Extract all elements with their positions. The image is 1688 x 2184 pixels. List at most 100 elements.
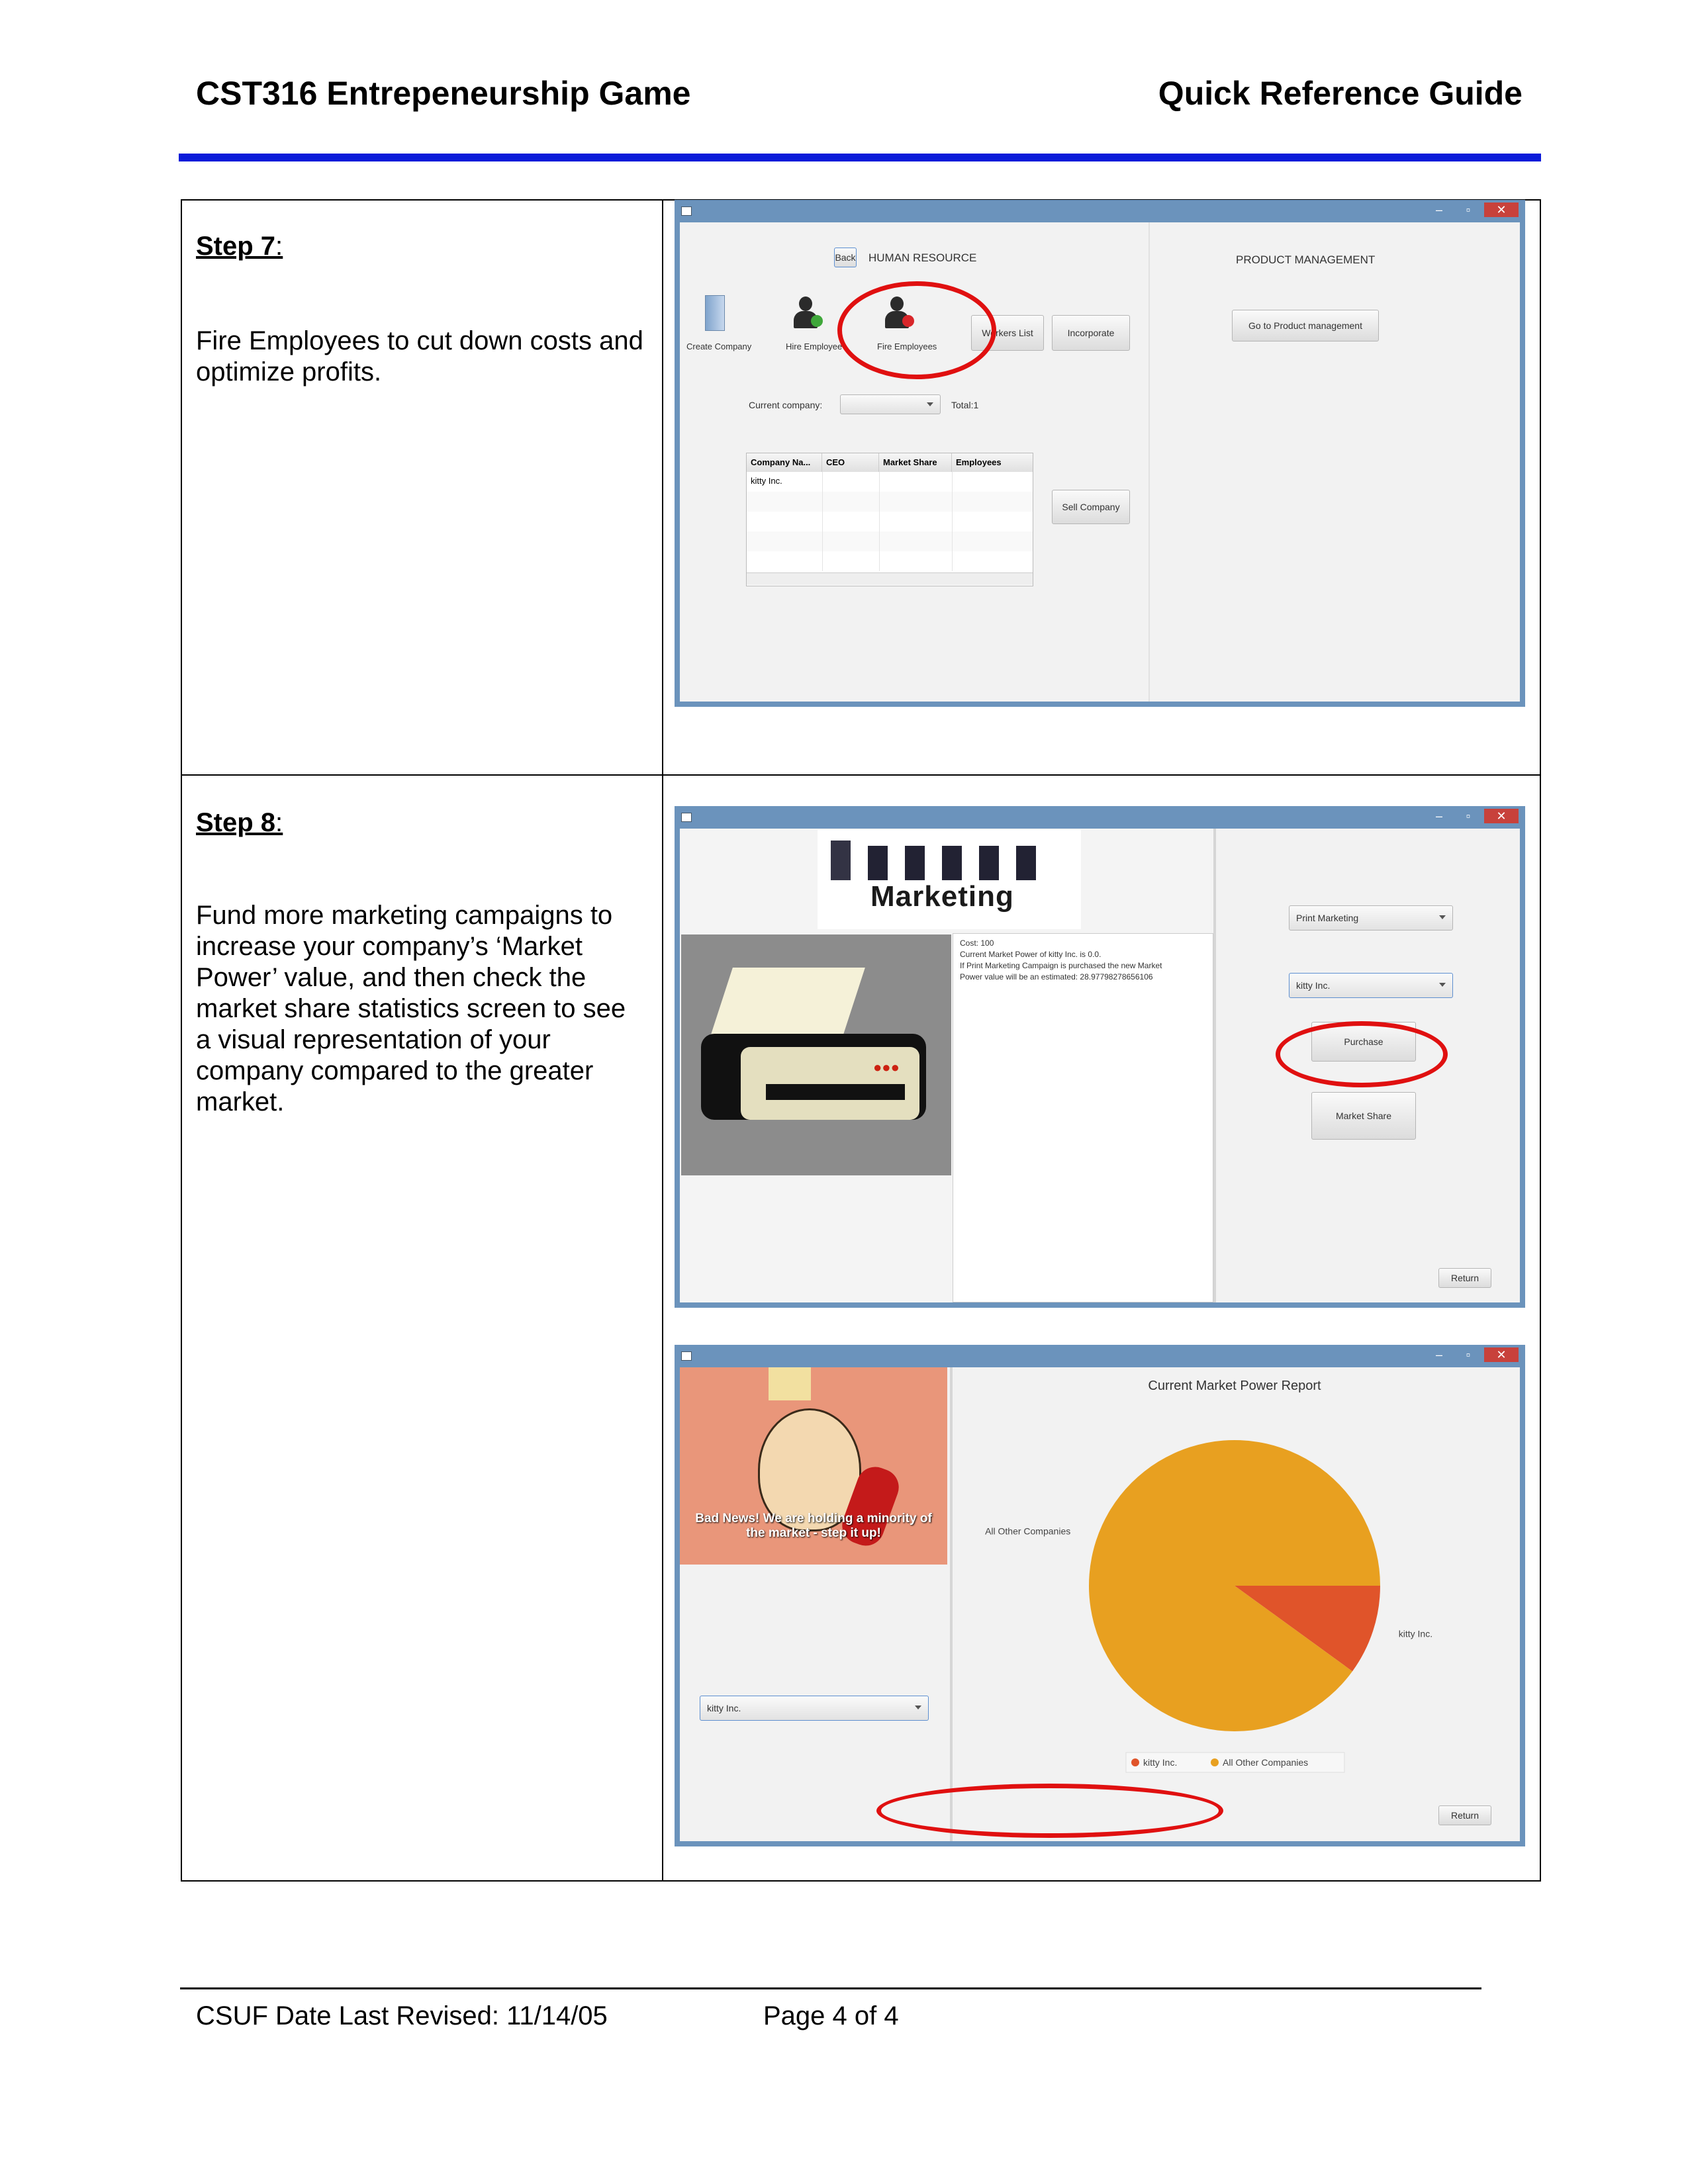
company-table[interactable]: Company Na... CEO Market Share Employees…	[746, 453, 1033, 586]
chart-title: Current Market Power Report	[1148, 1379, 1321, 1393]
market-report-content: Bad News! We are holding a minority of t…	[680, 1367, 1520, 1841]
minimize-icon[interactable]: –	[1426, 809, 1452, 823]
document-subtitle: Quick Reference Guide	[1158, 75, 1523, 112]
pane-divider	[1149, 222, 1150, 702]
table-header-employees[interactable]: Employees	[952, 453, 1033, 472]
report-company-combo-value: kitty Inc.	[707, 1703, 741, 1713]
close-icon[interactable]: ✕	[1484, 1347, 1519, 1362]
chevron-down-icon	[915, 1706, 921, 1710]
campaign-info-text[interactable]: Cost: 100 Current Market Power of kitty …	[953, 933, 1213, 1302]
footer-rule	[180, 1987, 1481, 1989]
info-line: If Print Marketing Campaign is purchased…	[960, 961, 1162, 970]
printer-slot	[766, 1084, 905, 1100]
maximize-icon[interactable]: ▫	[1455, 1347, 1481, 1362]
step-7-text: Fire Employees to cut down costs and opt…	[196, 326, 643, 387]
table-header-ceo[interactable]: CEO	[822, 453, 879, 472]
column-line	[822, 472, 823, 571]
chevron-down-icon	[1439, 983, 1446, 987]
table-header-company[interactable]: Company Na...	[747, 453, 822, 472]
product-management-button[interactable]: Go to Product management	[1232, 310, 1379, 341]
window-icon	[681, 206, 692, 216]
report-return-button[interactable]: Return	[1438, 1805, 1491, 1825]
wall-note	[769, 1367, 811, 1400]
marketing-banner: Marketing	[818, 830, 1081, 929]
chevron-down-icon	[927, 402, 933, 407]
table-header-market-share[interactable]: Market Share	[879, 453, 952, 472]
info-line: Power value will be an estimated: 28.977…	[960, 972, 1153, 981]
chart-legend: kitty Inc. All Other Companies	[1125, 1752, 1345, 1773]
window-controls: – ▫ ✕	[1426, 203, 1519, 218]
maximize-icon[interactable]: ▫	[1455, 203, 1481, 217]
market-report-window: – ▫ ✕ Bad News! We are holding a minorit…	[675, 1345, 1525, 1846]
businessmen-icon	[831, 841, 1069, 880]
step-7-title: Step 7:	[196, 232, 283, 261]
building-icon[interactable]	[705, 295, 725, 331]
slice-label: All Other Companies	[985, 1526, 1070, 1537]
total-label: Total:1	[951, 400, 979, 410]
return-button[interactable]: Return	[1438, 1268, 1491, 1288]
marketing-banner-text: Marketing	[870, 880, 1014, 913]
step-8-title: Step 8:	[196, 808, 283, 838]
meme-caption-line1: Bad News! We are holding a minority of	[695, 1512, 932, 1525]
column-line	[879, 472, 880, 571]
market-share-button[interactable]: Market Share	[1311, 1092, 1416, 1140]
step-7-label: Step 7	[196, 232, 276, 261]
close-icon[interactable]: ✕	[1484, 203, 1519, 217]
minimize-icon[interactable]: –	[1426, 1347, 1452, 1362]
document-title: CST316 Entrepeneurship Game	[196, 75, 691, 112]
table-row[interactable]: kitty Inc.	[747, 472, 1033, 492]
legend-marker	[1131, 1758, 1139, 1766]
purchase-highlight	[1276, 1021, 1448, 1087]
create-company-label: Create Company	[686, 341, 752, 351]
table-row-divider	[181, 774, 1541, 776]
pane-divider	[1213, 829, 1216, 1302]
legend-label: kitty Inc.	[1143, 1757, 1177, 1768]
slice-label: kitty Inc.	[1399, 1628, 1432, 1639]
close-icon[interactable]: ✕	[1484, 809, 1519, 823]
printer-lights-icon: ●●●	[873, 1059, 900, 1075]
window-icon	[681, 813, 692, 822]
paper-shape	[709, 968, 865, 1040]
header-rule	[179, 154, 1541, 161]
campaign-combo-value: Print Marketing	[1296, 913, 1359, 923]
table-scrollbar[interactable]	[747, 572, 1033, 585]
product-section-title: PRODUCT MANAGEMENT	[1236, 253, 1376, 266]
minimize-icon[interactable]: –	[1426, 203, 1452, 217]
step-8-label: Step 8	[196, 808, 276, 837]
table-cell-company: kitty Inc.	[751, 476, 782, 486]
hr-content: Back HUMAN RESOURCE PRODUCT MANAGEMENT C…	[680, 222, 1520, 702]
incorporate-button[interactable]: Incorporate	[1052, 315, 1130, 351]
window-controls: – ▫ ✕	[1426, 1347, 1519, 1363]
window-icon	[681, 1351, 692, 1361]
campaign-combo[interactable]: Print Marketing	[1289, 905, 1453, 931]
footer-revision: CSUF Date Last Revised: 11/14/05	[196, 2001, 608, 2030]
company-combo[interactable]: kitty Inc.	[1289, 973, 1453, 998]
info-line: Cost: 100	[960, 938, 994, 948]
step-7-colon: :	[275, 232, 283, 261]
market-power-chart: Current Market Power Report kitty Inc. Al…	[985, 1379, 1432, 1773]
pie-slices	[1089, 1440, 1380, 1731]
maximize-icon[interactable]: ▫	[1455, 809, 1481, 823]
current-company-label: Current company:	[749, 400, 823, 410]
meme-image: Bad News! We are holding a minority of t…	[680, 1367, 947, 1565]
current-company-combo[interactable]	[840, 394, 941, 414]
table-row-empty	[747, 531, 1033, 551]
hr-section-title: HUMAN RESOURCE	[868, 251, 977, 264]
company-combo-value: kitty Inc.	[1296, 980, 1331, 991]
hire-employee-label: Hire Employee	[786, 341, 843, 351]
step-8-text: Fund more marketing campaigns to increas…	[196, 901, 626, 1116]
chevron-down-icon	[1439, 915, 1446, 920]
back-button[interactable]: Back	[834, 248, 857, 267]
table-row-empty	[747, 492, 1033, 512]
legend-marker	[1211, 1758, 1219, 1766]
table-column-divider	[662, 199, 663, 1882]
column-line	[952, 472, 953, 571]
legend-label: All Other Companies	[1223, 1757, 1308, 1768]
sell-company-button[interactable]: Sell Company	[1052, 490, 1130, 524]
footer-page-number: Page 4 of 4	[763, 2001, 899, 2030]
report-company-combo[interactable]: kitty Inc.	[700, 1696, 929, 1721]
printer-image: ●●●	[681, 934, 951, 1175]
hire-employee-icon[interactable]	[794, 296, 823, 328]
window-controls: – ▫ ✕	[1426, 809, 1519, 825]
printer-front	[741, 1047, 919, 1120]
